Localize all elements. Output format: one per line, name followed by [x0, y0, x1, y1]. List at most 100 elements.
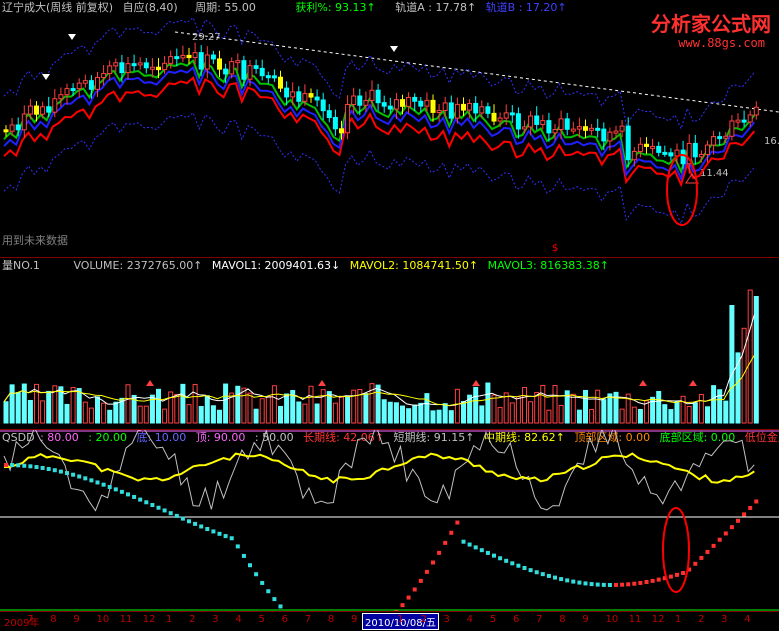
volume-bar	[753, 296, 759, 424]
volume-bar	[576, 409, 582, 424]
axis-tick-label: 4	[235, 614, 242, 625]
sell-marker	[68, 34, 76, 40]
time-axis[interactable]: 2009年 7 8 9 10 11 12 1 2 3 4 5 6 7 8 9 2010/10/08/五 1 2 3 4 5…	[0, 611, 779, 631]
candle-body	[637, 143, 643, 152]
long-term-point	[58, 469, 63, 474]
axis-tick-label: 1	[674, 614, 682, 625]
volume-bar	[473, 386, 479, 424]
axis-tick-label: 8	[50, 614, 57, 625]
volume-bar	[552, 385, 558, 424]
candle-body	[259, 67, 265, 77]
volume-bar	[461, 401, 466, 424]
long-term-point	[485, 550, 490, 555]
volume-bar	[192, 383, 198, 424]
volume-bar	[558, 404, 564, 424]
long-term-point	[681, 571, 686, 576]
long-term-point	[742, 512, 747, 517]
volume-bar	[204, 395, 210, 424]
volume-bar	[351, 389, 357, 424]
volume-pane[interactable]: 量NO.1 VOLUME: 2372765.00↑ MAVOL1: 200940…	[0, 258, 779, 430]
volume-bar	[40, 400, 46, 424]
candle-body	[113, 62, 119, 67]
volume-bar	[662, 404, 668, 424]
long-term-point	[479, 548, 484, 553]
long-term-point	[650, 578, 655, 583]
long-term-point	[89, 478, 94, 483]
axis-tick-label: 2	[420, 614, 427, 625]
candle-body	[375, 89, 381, 104]
candle-body	[729, 120, 735, 137]
candle-body	[644, 143, 649, 147]
candle-body	[162, 62, 168, 71]
candle-body	[210, 54, 216, 60]
highlight-circle	[662, 507, 690, 593]
volume-bar	[540, 384, 546, 424]
volume-bar	[241, 387, 247, 424]
volume-bar	[503, 392, 509, 424]
candle-body	[400, 99, 405, 107]
volume-bar	[717, 389, 723, 424]
volume-chart-svg	[3, 289, 759, 424]
candle-body	[235, 60, 241, 64]
candle-body	[711, 136, 717, 146]
long-term-point	[278, 604, 283, 609]
candle-body	[454, 103, 460, 119]
candle-body	[265, 75, 271, 79]
long-term-point	[95, 480, 100, 485]
long-term-point	[101, 482, 106, 487]
axis-tick-label: 4	[744, 614, 751, 625]
qsdd-pane[interactable]: QSDD : 80.00 : 20.00 底: 10.00 顶: 90.00 :…	[0, 430, 779, 611]
long-term-point	[601, 582, 606, 587]
axis-tick-label: 1	[165, 614, 173, 625]
candle-body	[107, 65, 113, 75]
volume-bar	[314, 403, 320, 424]
candle-body	[741, 119, 747, 123]
long-term-point	[620, 582, 625, 587]
long-term-point	[180, 516, 185, 521]
candle-body	[88, 80, 94, 90]
long-term-point	[266, 589, 271, 594]
price-pane[interactable]: 辽宁成大(周线 前复权) 自应(8,40) 周期: 55.00 获利%: 93.…	[0, 0, 779, 258]
long-term-point	[626, 582, 631, 587]
candle-body	[479, 106, 485, 114]
candle-body	[576, 126, 582, 130]
candle-body	[119, 62, 125, 74]
volume-bar	[180, 383, 186, 424]
long-term-point	[467, 542, 472, 547]
volume-bar	[637, 409, 643, 424]
candle-body	[52, 98, 58, 113]
volume-bar	[448, 410, 454, 424]
volume-bar	[491, 394, 497, 424]
long-term-point	[528, 568, 533, 573]
candle-body	[467, 102, 473, 111]
volume-bar	[113, 401, 119, 424]
candle-body	[9, 124, 15, 132]
candle-body	[76, 82, 82, 90]
volume-bar	[308, 385, 314, 424]
axis-tick-label: 10	[96, 614, 110, 625]
candle-body	[217, 58, 222, 70]
qsdd-chart-svg	[0, 430, 779, 611]
volume-bar	[686, 406, 692, 424]
long-term-point	[71, 472, 76, 477]
long-term-point	[540, 572, 545, 577]
candle-body	[284, 87, 290, 98]
candle-body	[46, 106, 52, 113]
ma-green-line	[3, 59, 756, 175]
long-term-point	[699, 555, 704, 560]
volume-bar	[705, 406, 710, 424]
axis-tick-label: 8	[327, 614, 335, 625]
long-term-point	[638, 580, 643, 585]
candle-body	[503, 112, 509, 119]
candle-body	[412, 96, 418, 102]
volume-bar	[534, 392, 540, 424]
volume-bar	[528, 401, 534, 424]
volume-bar	[363, 393, 369, 424]
long-term-point	[132, 494, 137, 499]
volume-bar	[235, 385, 241, 424]
volume-bar	[515, 396, 521, 424]
candle-body	[247, 65, 253, 80]
volume-bar	[88, 407, 94, 424]
candle-body	[436, 109, 442, 113]
volume-bar	[15, 392, 21, 424]
